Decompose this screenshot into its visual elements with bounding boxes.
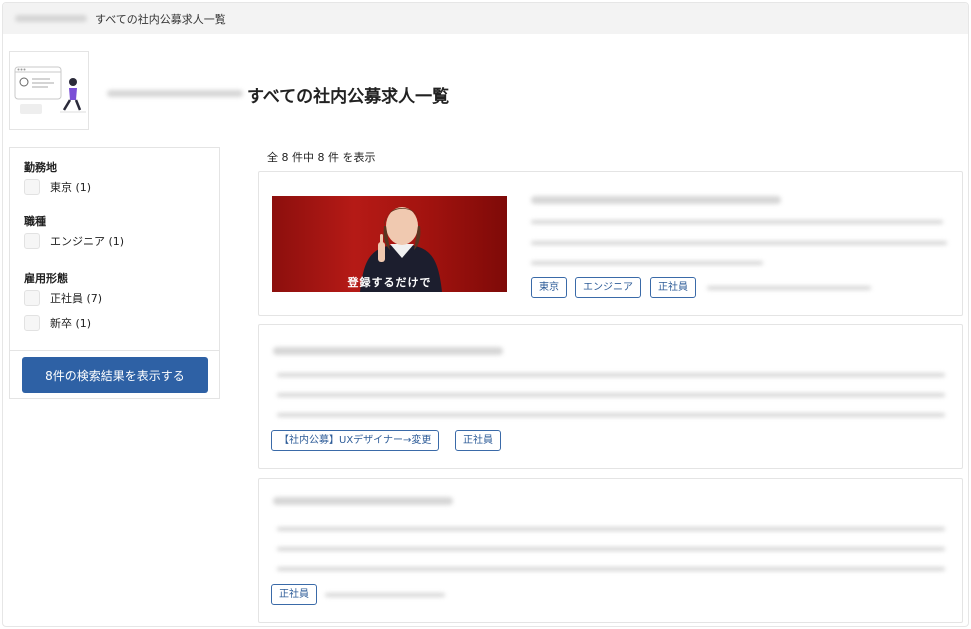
filter-sidebar: 勤務地 東京 (1) 職種 エンジニア (1) 雇用形態 正社員 (7) 新卒 …: [9, 147, 220, 399]
tag-job-type[interactable]: エンジニア: [575, 277, 641, 298]
checkbox[interactable]: [24, 233, 40, 249]
filter-option-tokyo[interactable]: 東京 (1): [24, 179, 91, 195]
developer-illustration-icon: [14, 66, 86, 114]
checkbox[interactable]: [24, 315, 40, 331]
job-card[interactable]: 【社内公募】UXデザイナー→変更 正社員: [258, 324, 963, 469]
banner-text: 登録するだけで: [347, 276, 432, 289]
filter-option-engineer[interactable]: エンジニア (1): [24, 233, 124, 249]
description-line-redacted: [277, 527, 945, 531]
divider: [10, 350, 219, 351]
job-banner-image: 登録するだけで: [272, 196, 507, 292]
description-line-redacted: [277, 393, 945, 397]
tag-job-title[interactable]: 【社内公募】UXデザイナー→変更: [271, 430, 440, 451]
filter-group-title-employment-type: 雇用形態: [24, 272, 68, 285]
description-line-redacted: [531, 241, 947, 245]
description-line-redacted: [531, 220, 943, 224]
company-name-redacted: [107, 90, 243, 97]
tag-location[interactable]: 東京: [531, 277, 567, 298]
page-title: すべての社内公募求人一覧: [247, 87, 450, 107]
description-line-redacted: [531, 261, 763, 265]
breadcrumb: すべての社内公募求人一覧: [3, 3, 968, 34]
tag-employment-type[interactable]: 正社員: [650, 277, 696, 298]
job-card[interactable]: 正社員: [258, 478, 963, 623]
filter-option-label: 正社員 (7): [50, 292, 103, 305]
checkbox[interactable]: [24, 179, 40, 195]
filter-group-title-location: 勤務地: [24, 161, 57, 174]
tag-employment-type[interactable]: 正社員: [271, 584, 317, 605]
checkbox[interactable]: [24, 290, 40, 306]
result-count: 全 8 件中 8 件 を表示: [267, 151, 376, 164]
description-line-redacted: [277, 413, 945, 417]
filter-option-label: 東京 (1): [50, 181, 92, 194]
filter-option-new-graduate[interactable]: 新卒 (1): [24, 315, 91, 331]
job-title-redacted[interactable]: [273, 347, 503, 355]
filter-option-label: 新卒 (1): [50, 317, 92, 330]
tag-employment-type[interactable]: 正社員: [455, 430, 501, 451]
show-results-button[interactable]: 8件の検索結果を表示する: [22, 357, 208, 393]
job-card[interactable]: 登録するだけで 東京 エンジニア 正社員: [258, 171, 963, 316]
description-line-redacted: [277, 547, 945, 551]
meta-redacted: [707, 286, 871, 290]
filter-group-title-job-type: 職種: [24, 215, 46, 228]
job-title-redacted[interactable]: [273, 497, 453, 505]
filter-option-label: エンジニア (1): [50, 235, 125, 248]
company-logo: [9, 51, 89, 130]
filter-option-full-time[interactable]: 正社員 (7): [24, 290, 102, 306]
job-title-redacted[interactable]: [531, 196, 781, 204]
breadcrumb-parent-redacted[interactable]: [15, 15, 87, 22]
page-frame: すべての社内公募求人一覧 すべての社内公募求人一覧 勤務地 東京 (1) 職種 …: [2, 2, 969, 627]
description-line-redacted: [277, 373, 945, 377]
meta-redacted: [325, 593, 445, 597]
breadcrumb-current: すべての社内公募求人一覧: [95, 12, 226, 26]
description-line-redacted: [277, 567, 945, 571]
